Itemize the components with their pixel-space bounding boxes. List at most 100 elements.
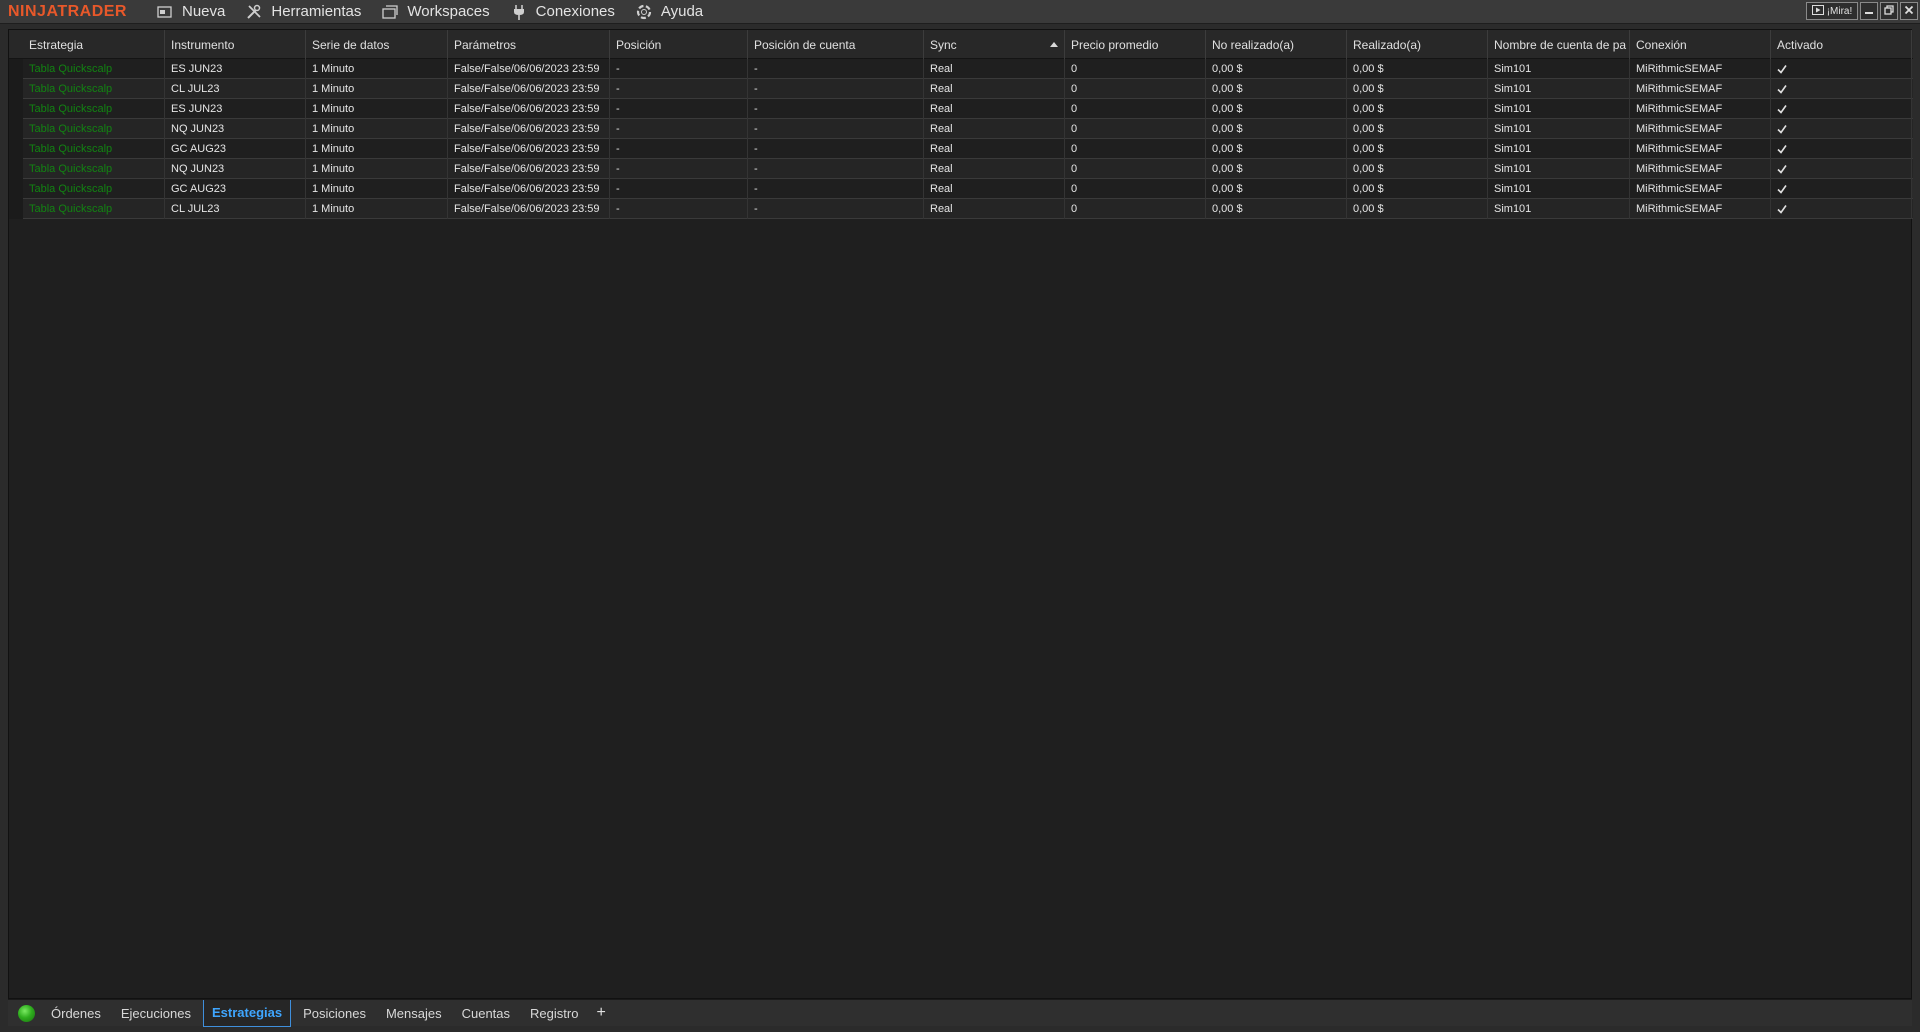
- row-selector[interactable]: [9, 199, 23, 219]
- table-row[interactable]: Tabla Quickscalp NQ JUN23 1 Minuto False/Fa…: [9, 119, 1913, 139]
- enabled-checkbox-icon[interactable]: [1777, 144, 1787, 154]
- menu-ayuda[interactable]: Ayuda: [627, 0, 715, 24]
- cell-nombre-de-cuenta: Sim101: [1488, 139, 1630, 159]
- row-selector[interactable]: [9, 179, 23, 199]
- tab-mensajes[interactable]: Mensajes: [378, 1000, 450, 1027]
- cell-realizado: 0,00 $: [1347, 199, 1488, 219]
- row-selector[interactable]: [9, 99, 23, 119]
- cell-realizado: 0,00 $: [1347, 179, 1488, 199]
- menu-nueva[interactable]: Nueva: [148, 0, 237, 24]
- cell-activado[interactable]: [1771, 119, 1912, 139]
- cell-precio-promedio: 0: [1065, 99, 1206, 119]
- cell-precio-promedio: 0: [1065, 179, 1206, 199]
- cell-instrumento: ES JUN23: [165, 99, 306, 119]
- cell-serie-de-datos: 1 Minuto: [306, 119, 448, 139]
- control-center-menubar: NINJATRADER Nueva Herramientas Workspace…: [0, 0, 1920, 24]
- col-no-realizado[interactable]: No realizado(a): [1206, 30, 1347, 59]
- table-row[interactable]: Tabla Quickscalp ES JUN23 1 Minuto False/Fa…: [9, 99, 1913, 119]
- table-row[interactable]: Tabla Quickscalp NQ JUN23 1 Minuto False/Fa…: [9, 159, 1913, 179]
- enabled-checkbox-icon[interactable]: [1777, 184, 1787, 194]
- enabled-checkbox-icon[interactable]: [1777, 164, 1787, 174]
- col-realizado[interactable]: Realizado(a): [1347, 30, 1488, 59]
- cell-sync: Real: [924, 59, 1065, 79]
- cell-posicion: -: [610, 99, 748, 119]
- restore-button[interactable]: [1880, 2, 1898, 20]
- cell-activado[interactable]: [1771, 159, 1912, 179]
- cell-instrumento: GC AUG23: [165, 179, 306, 199]
- tab-ejecuciones[interactable]: Ejecuciones: [113, 1000, 199, 1027]
- col-instrumento[interactable]: Instrumento: [165, 30, 306, 59]
- col-serie-de-datos[interactable]: Serie de datos: [306, 30, 448, 59]
- row-selector[interactable]: [9, 79, 23, 99]
- table-row[interactable]: Tabla Quickscalp GC AUG23 1 Minuto False/Fa…: [9, 179, 1913, 199]
- enabled-checkbox-icon[interactable]: [1777, 124, 1787, 134]
- cell-activado[interactable]: [1771, 199, 1912, 219]
- table-row[interactable]: Tabla Quickscalp GC AUG23 1 Minuto False/Fa…: [9, 139, 1913, 159]
- cell-posicion-de-cuenta: -: [748, 159, 924, 179]
- tab-posiciones[interactable]: Posiciones: [295, 1000, 374, 1027]
- enabled-checkbox-icon[interactable]: [1777, 84, 1787, 94]
- menu-herramientas[interactable]: Herramientas: [237, 0, 373, 24]
- col-precio-promedio[interactable]: Precio promedio: [1065, 30, 1206, 59]
- menu-conexiones-label: Conexiones: [535, 3, 615, 20]
- cell-posicion-de-cuenta: -: [748, 99, 924, 119]
- cell-nombre-de-cuenta: Sim101: [1488, 99, 1630, 119]
- cell-posicion-de-cuenta: -: [748, 119, 924, 139]
- cell-activado[interactable]: [1771, 59, 1912, 79]
- cell-sync: Real: [924, 139, 1065, 159]
- cell-activado[interactable]: [1771, 139, 1912, 159]
- row-selector[interactable]: [9, 59, 23, 79]
- menu-workspaces[interactable]: Workspaces: [373, 0, 501, 24]
- col-conexion[interactable]: Conexión: [1630, 30, 1771, 59]
- enabled-checkbox-icon[interactable]: [1777, 104, 1787, 114]
- col-nombre-de-cuenta[interactable]: Nombre de cuenta de pa: [1488, 30, 1630, 59]
- col-parametros[interactable]: Parámetros: [448, 30, 610, 59]
- row-selector[interactable]: [9, 139, 23, 159]
- close-button[interactable]: [1900, 2, 1918, 20]
- video-icon: [1811, 4, 1824, 18]
- cell-parametros: False/False/06/06/2023 23:59: [448, 119, 610, 139]
- col-posicion[interactable]: Posición: [610, 30, 748, 59]
- table-row[interactable]: Tabla Quickscalp CL JUL23 1 Minuto False/Fa…: [9, 79, 1913, 99]
- tab-registro[interactable]: Registro: [522, 1000, 586, 1027]
- cell-activado[interactable]: [1771, 99, 1912, 119]
- table-row[interactable]: Tabla Quickscalp ES JUN23 1 Minuto False/Fa…: [9, 59, 1913, 79]
- enabled-checkbox-icon[interactable]: [1777, 204, 1787, 214]
- cell-sync: Real: [924, 179, 1065, 199]
- cell-activado[interactable]: [1771, 179, 1912, 199]
- mira-button[interactable]: ¡Mira!: [1806, 2, 1858, 20]
- minimize-icon: [1864, 5, 1874, 18]
- row-selector[interactable]: [9, 119, 23, 139]
- col-posicion-de-cuenta[interactable]: Posición de cuenta: [748, 30, 924, 59]
- add-tab-button[interactable]: +: [590, 1000, 611, 1027]
- cell-serie-de-datos: 1 Minuto: [306, 159, 448, 179]
- cell-no-realizado: 0,00 $: [1206, 79, 1347, 99]
- cell-posicion-de-cuenta: -: [748, 179, 924, 199]
- cell-conexion: MiRithmicSEMAF: [1630, 139, 1771, 159]
- cell-conexion: MiRithmicSEMAF: [1630, 179, 1771, 199]
- col-activado[interactable]: Activado: [1771, 30, 1912, 59]
- tab-cuentas[interactable]: Cuentas: [454, 1000, 518, 1027]
- cell-nombre-de-cuenta: Sim101: [1488, 79, 1630, 99]
- col-sync[interactable]: Sync: [924, 30, 1065, 59]
- minimize-button[interactable]: [1860, 2, 1878, 20]
- enabled-checkbox-icon[interactable]: [1777, 64, 1787, 74]
- ninjatrader-logo: NINJATRADER: [8, 2, 127, 20]
- cell-parametros: False/False/06/06/2023 23:59: [448, 79, 610, 99]
- cell-realizado: 0,00 $: [1347, 139, 1488, 159]
- col-estrategia[interactable]: Estrategia: [23, 30, 165, 59]
- cell-precio-promedio: 0: [1065, 139, 1206, 159]
- strategies-grid: Estrategia Instrumento Serie de datos Pa…: [8, 29, 1913, 999]
- table-row[interactable]: Tabla Quickscalp CL JUL23 1 Minuto False/Fa…: [9, 199, 1913, 219]
- cell-estrategia: Tabla Quickscalp: [23, 139, 165, 159]
- cell-conexion: MiRithmicSEMAF: [1630, 119, 1771, 139]
- cell-precio-promedio: 0: [1065, 119, 1206, 139]
- menu-conexiones[interactable]: Conexiones: [502, 0, 627, 24]
- cell-posicion-de-cuenta: -: [748, 59, 924, 79]
- cell-parametros: False/False/06/06/2023 23:59: [448, 59, 610, 79]
- tab-ordenes[interactable]: Órdenes: [43, 1000, 109, 1027]
- cell-activado[interactable]: [1771, 79, 1912, 99]
- row-selector[interactable]: [9, 159, 23, 179]
- cell-posicion: -: [610, 119, 748, 139]
- tab-estrategias[interactable]: Estrategias: [202, 999, 292, 1027]
